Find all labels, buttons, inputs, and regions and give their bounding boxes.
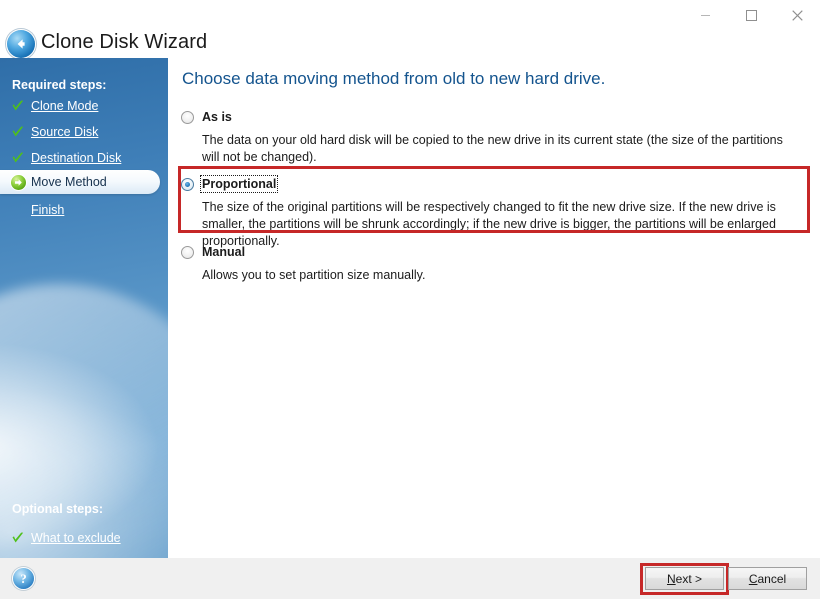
sidebar-item-clone-mode[interactable]: Clone Mode [0, 94, 168, 118]
sidebar-item-label: Finish [31, 203, 65, 217]
required-steps-heading: Required steps: [12, 78, 107, 92]
sidebar-item-source-disk[interactable]: Source Disk [0, 120, 168, 144]
cancel-button-label: Cancel [748, 571, 787, 586]
radio-manual[interactable] [181, 245, 194, 259]
help-glyph: ? [20, 570, 27, 586]
maximize-button[interactable] [728, 0, 774, 30]
option-as-is-label: As is [202, 110, 232, 124]
minimize-button[interactable] [682, 0, 728, 30]
option-as-is-description: The data on your old hard disk will be c… [202, 133, 783, 164]
check-icon [9, 531, 27, 545]
check-icon [9, 151, 27, 165]
sidebar-item-label: Destination Disk [31, 151, 122, 165]
radio-proportional[interactable] [181, 177, 194, 191]
option-manual-row[interactable]: Manual [178, 243, 808, 261]
check-icon [9, 125, 27, 139]
page-title: Choose data moving method from old to ne… [182, 69, 606, 88]
help-icon[interactable]: ? [13, 568, 34, 589]
option-manual[interactable]: Manual Allows you to set partition size … [178, 243, 808, 284]
back-arrow-icon[interactable] [7, 30, 35, 58]
sidebar-item-label: What to exclude [31, 531, 121, 545]
window-controls [682, 0, 820, 30]
sidebar-item-move-method[interactable]: Move Method [0, 170, 160, 194]
window-title: Clone Disk Wizard [41, 31, 208, 53]
next-button-label: Next > [666, 571, 703, 586]
option-proportional-label: Proportional [199, 175, 279, 193]
radio-as-is[interactable] [181, 110, 194, 124]
content-panel: Choose data moving method from old to ne… [168, 58, 820, 558]
next-button[interactable]: Next > [645, 567, 724, 590]
optional-steps-heading: Optional steps: [12, 502, 103, 516]
sidebar-item-what-to-exclude[interactable]: What to exclude [0, 526, 168, 550]
option-proportional-row[interactable]: Proportional [178, 175, 808, 193]
wizard-steps-sidebar: Required steps: Clone Mode Source Disk D… [0, 58, 168, 558]
cancel-button[interactable]: Cancel [728, 567, 807, 590]
option-as-is-row[interactable]: As is [178, 108, 808, 126]
option-manual-label: Manual [202, 245, 246, 259]
check-icon [9, 99, 27, 113]
clone-disk-wizard-window: Clone Disk Wizard Required steps: Clone … [0, 0, 820, 599]
sidebar-item-destination-disk[interactable]: Destination Disk [0, 146, 168, 170]
sidebar-item-label: Source Disk [31, 125, 99, 139]
sidebar-item-label: Move Method [31, 175, 107, 189]
arrow-right-icon [9, 174, 27, 190]
sidebar-item-label: Clone Mode [31, 99, 99, 113]
close-button[interactable] [774, 0, 820, 30]
title-bar: Clone Disk Wizard [0, 0, 820, 58]
option-manual-description: Allows you to set partition size manuall… [202, 268, 426, 282]
sidebar-decoration [0, 284, 168, 558]
sidebar-item-finish[interactable]: Finish [0, 198, 168, 222]
option-proportional[interactable]: Proportional The size of the original pa… [178, 175, 808, 250]
option-as-is[interactable]: As is The data on your old hard disk wil… [178, 108, 808, 166]
